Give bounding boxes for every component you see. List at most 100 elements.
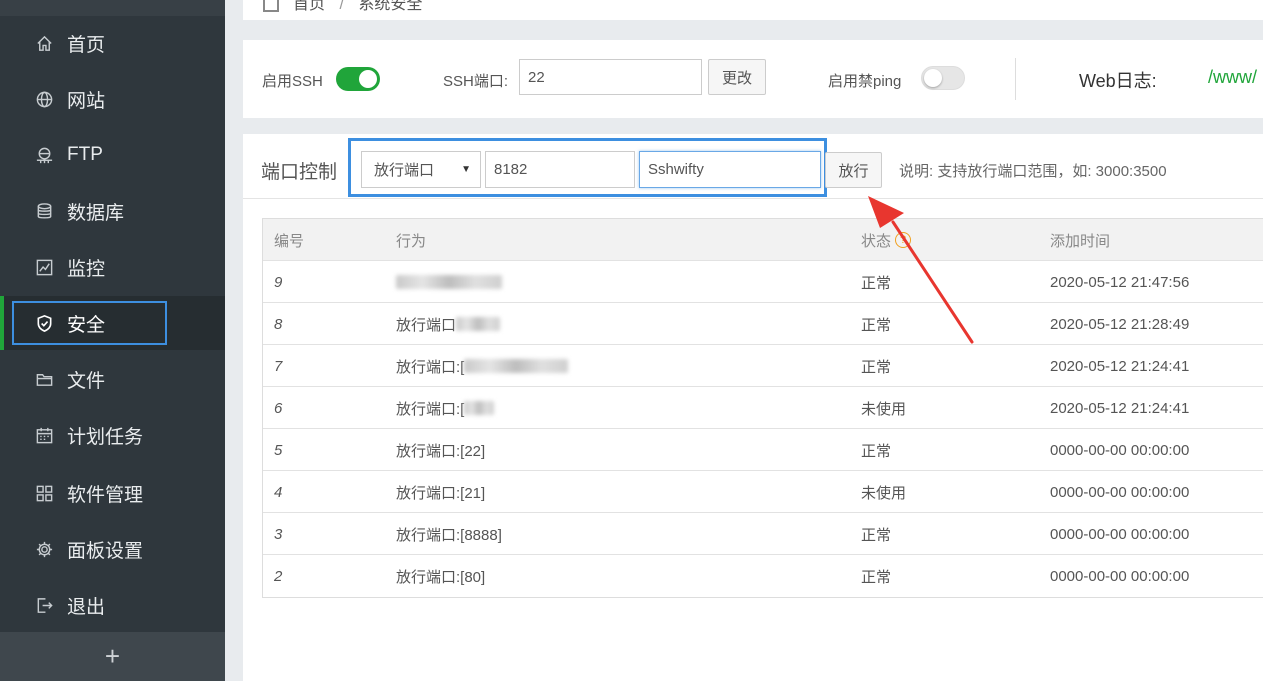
header-time[interactable]: 添加时间 (1050, 219, 1110, 261)
table-row: 5 放行端口:[22] 正常 0000-00-00 00:00:00 (263, 429, 1263, 471)
toggle-knob (924, 69, 942, 87)
row-time: 0000-00-00 00:00:00 (1050, 567, 1190, 585)
port-control-panel: 端口控制 放行端口 ▼ 8182 Sshwifty 放行 说明: 支持放行端口范… (243, 134, 1263, 681)
ssh-port-label: SSH端口: (443, 73, 509, 90)
sidebar-item-website[interactable]: 网站 (0, 72, 225, 126)
breadcrumb-home[interactable]: 首页 (293, 0, 325, 13)
active-indicator (0, 296, 4, 350)
row-time: 0000-00-00 00:00:00 (1050, 525, 1190, 543)
header-status-label: 状态 (861, 232, 892, 250)
row-action: 放行端口:[8888] (396, 526, 502, 544)
row-action: 放行端口:[21] (396, 484, 486, 502)
row-action-text: 放行端口:[ (396, 400, 465, 418)
row-status: 未使用 (861, 484, 907, 502)
row-action-text: 放行端口:[ (396, 358, 465, 376)
sidebar-item-logout[interactable]: 退出 (0, 578, 225, 632)
sidebar-item-security[interactable]: 安全 (0, 296, 225, 350)
row-action: 放行端口:[80] (396, 568, 486, 586)
panel-divider (243, 198, 1263, 199)
redacted-blur (456, 317, 501, 331)
sidebar-item-monitor[interactable]: 监控 (0, 240, 225, 294)
ssh-toggle[interactable] (336, 67, 380, 91)
database-icon (34, 201, 54, 221)
table-row: 2 放行端口:[80] 正常 0000-00-00 00:00:00 (263, 555, 1263, 597)
sidebar-item-database[interactable]: 数据库 (0, 184, 225, 238)
row-time: 2020-05-12 21:24:41 (1050, 357, 1190, 375)
annotation-highlight-box (12, 301, 167, 345)
port-action-select[interactable]: 放行端口 ▼ (361, 151, 481, 188)
port-control-title: 端口控制 (261, 162, 338, 183)
sidebar-add-button[interactable]: + (0, 632, 225, 681)
row-id: 4 (274, 483, 283, 501)
row-action: 放行端口 (396, 303, 501, 345)
sidebar-item-label: 首页 (67, 34, 106, 56)
sidebar-item-software[interactable]: 软件管理 (0, 466, 225, 520)
help-icon[interactable]: ? (895, 232, 912, 248)
sidebar-item-label: 文件 (67, 370, 106, 392)
table-row: 8 放行端口 正常 2020-05-12 21:28:49 (263, 303, 1263, 345)
monitor-chart-icon (34, 257, 54, 277)
sidebar-item-cron[interactable]: 计划任务 (0, 408, 225, 462)
breadcrumb-separator: / (339, 0, 344, 13)
plus-icon: + (104, 641, 121, 671)
sidebar-item-home[interactable]: 首页 (0, 16, 225, 70)
main-content: 首页 / 系统安全 启用SSH SSH端口: 22 更改 启用禁ping Web… (225, 0, 1263, 681)
ssh-port-input[interactable]: 22 (519, 59, 702, 95)
row-id: 8 (274, 315, 283, 333)
table-row: 9 正常 2020-05-12 21:47:56 (263, 261, 1263, 303)
row-time: 2020-05-12 21:47:56 (1050, 273, 1190, 291)
sidebar-item-label: 数据库 (67, 202, 125, 224)
row-id: 9 (274, 273, 283, 291)
row-status: 正常 (861, 274, 892, 292)
redacted-blur (396, 275, 502, 289)
table-row: 7 放行端口:[ 正常 2020-05-12 21:24:41 (263, 345, 1263, 387)
port-number-input[interactable]: 8182 (485, 151, 635, 188)
globe-icon (34, 89, 54, 109)
row-id: 6 (274, 399, 283, 417)
row-action: 放行端口:[22] (396, 442, 486, 460)
port-remark-input[interactable]: Sshwifty (639, 151, 821, 188)
allow-port-button[interactable]: 放行 (825, 152, 882, 188)
row-time: 2020-05-12 21:28:49 (1050, 315, 1190, 333)
ping-toggle[interactable] (921, 66, 965, 90)
breadcrumb: 首页 / 系统安全 (263, 0, 422, 14)
sidebar-item-label: FTP (67, 144, 103, 165)
breadcrumb-current: 系统安全 (358, 0, 423, 13)
ftp-icon (34, 145, 54, 165)
sidebar-item-label: 计划任务 (67, 426, 144, 448)
logout-icon (34, 595, 54, 615)
row-status: 正常 (861, 358, 892, 376)
port-rules-table: 编号 行为 状态? 添加时间 9 正常 2020-05-12 21:47:56 … (262, 218, 1263, 598)
row-id: 3 (274, 525, 283, 543)
table-row: 6 放行端口:[ 未使用 2020-05-12 21:24:41 (263, 387, 1263, 429)
sidebar-item-panel-settings[interactable]: 面板设置 (0, 522, 225, 576)
row-action-text: 放行端口 (396, 316, 457, 334)
row-id: 7 (274, 357, 283, 375)
row-action: 放行端口:[ (396, 345, 569, 387)
sidebar-item-label: 面板设置 (67, 540, 144, 562)
gear-icon (34, 539, 54, 559)
caret-down-icon: ▼ (461, 164, 471, 175)
breadcrumb-home-icon (263, 0, 279, 12)
sidebar-top-strip (0, 0, 225, 16)
home-icon (34, 33, 54, 53)
row-time: 0000-00-00 00:00:00 (1050, 441, 1190, 459)
sidebar: 首页 网站 FTP 数据库 监控 安全 文件 计划任务 软件管理 面板设置 退出… (0, 0, 225, 681)
redacted-blur (464, 401, 495, 415)
vertical-divider (1015, 58, 1016, 100)
sidebar-item-ftp[interactable]: FTP (0, 128, 225, 182)
row-action (396, 261, 502, 303)
weblog-path[interactable]: /www/ (1208, 67, 1257, 88)
redacted-blur (464, 359, 569, 373)
weblog-label: Web日志: (1079, 71, 1157, 91)
row-time: 0000-00-00 00:00:00 (1050, 483, 1190, 501)
sidebar-item-label: 监控 (67, 258, 106, 280)
sidebar-item-label: 软件管理 (67, 484, 144, 506)
row-status: 正常 (861, 442, 892, 460)
row-time: 2020-05-12 21:24:41 (1050, 399, 1190, 417)
table-header-row: 编号 行为 状态? 添加时间 (263, 219, 1263, 261)
header-status: 状态? (861, 219, 912, 261)
ssh-settings-panel: 启用SSH SSH端口: 22 更改 启用禁ping Web日志: /www/ (243, 40, 1263, 118)
sidebar-item-files[interactable]: 文件 (0, 352, 225, 406)
ssh-port-change-button[interactable]: 更改 (708, 59, 766, 95)
